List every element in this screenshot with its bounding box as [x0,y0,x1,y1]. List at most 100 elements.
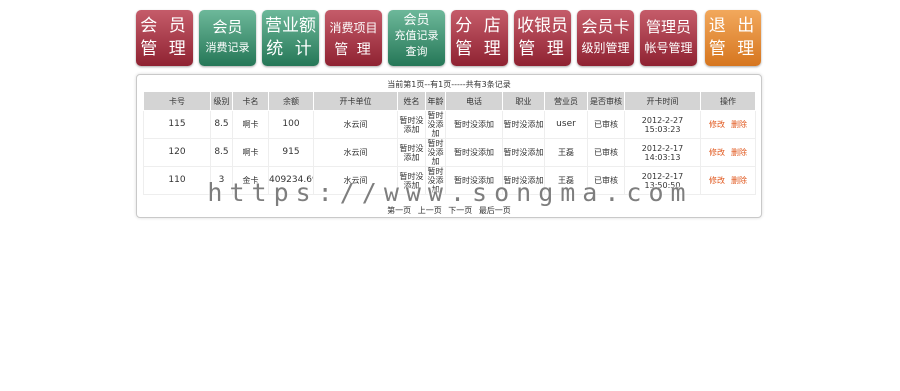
issuing-unit-cell: 水云间 [313,110,398,139]
actions-cell: 修改 删除 [700,138,756,167]
phone-cell: 暂时没添加 [445,110,503,139]
member-spending-records-button[interactable]: 会员 消费记录 [199,10,256,66]
next-page-link[interactable]: 下一页 [448,206,472,215]
age-cell: 暂时没添加 [425,110,446,139]
column-header: 开卡时间 [624,91,701,111]
column-header: 卡名 [232,91,269,111]
card-name-cell: 啊卡 [232,110,269,139]
revenue-statistics-button[interactable]: 营业额 统 计 [262,10,319,66]
name-cell: 暂时没添加 [397,166,426,195]
actions-cell: 修改 删除 [700,166,756,195]
admin-account-management-button[interactable]: 管理员 帐号管理 [640,10,697,66]
audit-status-cell: 已审核 [587,138,625,167]
level-cell: 8.5 [210,138,233,167]
open-time: 14:03:13 [644,152,681,162]
card-number-cell: 115 [143,110,211,139]
tile-label: 级别管理 [581,41,630,55]
age-cell: 暂时没添加 [425,138,446,167]
occupation-cell: 暂时没添加 [502,110,545,139]
edit-link[interactable]: 修改 [709,148,725,157]
tile-label: 管 理 [334,42,373,58]
table-row: 120 8.5 啊卡 915 水云间 暂时没添加 暂时没添加 暂时没添加 暂时没… [143,138,756,167]
branch-management-button[interactable]: 分 店 管 理 [451,10,508,66]
issuing-unit-cell: 水云间 [313,166,398,195]
consumption-items-management-button[interactable]: 消费项目 管 理 [325,10,382,66]
delete-link[interactable]: 删除 [731,148,747,157]
tile-label: 会员卡 [581,17,630,36]
tile-label: 会 员 [140,16,189,36]
open-time-cell: 2012-2-27 15:03:23 [624,110,701,139]
open-date: 2012-2-17 [641,143,684,153]
phone-cell: 暂时没添加 [445,138,503,167]
tile-label: 管 理 [708,39,758,59]
tile-label: 会员 [403,13,430,28]
topup-records-query-button[interactable]: 会员 充值记录 查询 [388,10,445,66]
column-header: 级别 [210,91,233,111]
tile-label: 管 理 [455,39,504,59]
tile-label: 管 理 [140,39,189,59]
column-header: 开卡单位 [313,91,398,111]
top-navigation: 会 员 管 理 会员 消费记录 营业额 统 计 消费项目 管 理 会员 充值记录… [0,10,900,68]
clerk-cell: 王磊 [544,138,588,167]
card-number-cell: 120 [143,138,211,167]
level-cell: 3 [210,166,233,195]
balance-cell: 100 [268,110,314,139]
table-header-row: 卡号 级别 卡名 余额 开卡单位 姓名 年龄 电话 职业 营业员 是否审核 开卡… [143,91,756,111]
balance-cell: 915 [268,138,314,167]
open-time: 15:03:23 [644,124,681,134]
card-name-cell: 啊卡 [232,138,269,167]
column-header: 卡号 [143,91,211,111]
clerk-cell: 王磊 [544,166,588,195]
tile-label: 帐号管理 [644,41,693,55]
occupation-cell: 暂时没添加 [502,138,545,167]
cashier-management-button[interactable]: 收银员 管 理 [514,10,571,66]
open-date: 2012-2-27 [641,115,684,125]
card-level-management-button[interactable]: 会员卡 级别管理 [577,10,634,66]
table-row: 115 8.5 啊卡 100 水云间 暂时没添加 暂时没添加 暂时没添加 暂时没… [143,110,756,139]
pagination-summary: 当前第1页--有1页-----共有3条记录 [387,80,511,89]
audit-status-cell: 已审核 [587,110,625,139]
column-header: 职业 [502,91,545,111]
first-page-link[interactable]: 第一页 [387,206,411,215]
records-panel: 当前第1页--有1页-----共有3条记录 卡号 级别 卡名 余额 开卡单位 姓… [136,74,762,218]
edit-link[interactable]: 修改 [709,120,725,129]
tile-label: 管理员 [645,18,691,36]
delete-link[interactable]: 删除 [731,120,747,129]
phone-cell: 暂时没添加 [445,166,503,195]
open-date: 2012-2-17 [641,171,684,181]
member-card-table: 卡号 级别 卡名 余额 开卡单位 姓名 年龄 电话 职业 营业员 是否审核 开卡… [143,91,756,195]
tile-label: 分 店 [455,16,504,36]
prev-page-link[interactable]: 上一页 [418,206,442,215]
pagination-links: 第一页 上一页 下一页 最后一页 [137,205,761,216]
tile-label: 消费记录 [205,41,250,54]
column-header: 年龄 [425,91,446,111]
card-number-cell: 110 [143,166,211,195]
table-row: 110 3 金卡 409234.69 水云间 暂时没添加 暂时没添加 暂时没添加… [143,166,756,195]
tile-label: 查询 [405,45,428,58]
column-header: 是否审核 [587,91,625,111]
balance-cell: 409234.69 [268,166,314,195]
tile-label: 消费项目 [329,21,378,35]
tile-label: 营业额 [265,16,316,36]
delete-link[interactable]: 删除 [731,176,747,185]
member-management-button[interactable]: 会 员 管 理 [136,10,193,66]
logout-button[interactable]: 退 出 管 理 [705,10,761,66]
tile-label: 收银员 [517,16,568,36]
column-header: 营业员 [544,91,588,111]
tile-label: 充值记录 [394,29,439,42]
name-cell: 暂时没添加 [397,138,426,167]
edit-link[interactable]: 修改 [709,176,725,185]
issuing-unit-cell: 水云间 [313,138,398,167]
tile-label: 会员 [212,18,243,36]
column-header: 姓名 [397,91,426,111]
last-page-link[interactable]: 最后一页 [479,206,511,215]
column-header: 操作 [700,91,756,111]
open-time-cell: 2012-2-17 13:50:50 [624,166,701,195]
open-time: 13:50:50 [644,180,681,190]
level-cell: 8.5 [210,110,233,139]
tile-label: 管 理 [518,39,567,59]
column-header: 余额 [268,91,314,111]
tile-label: 退 出 [708,16,758,36]
name-cell: 暂时没添加 [397,110,426,139]
actions-cell: 修改 删除 [700,110,756,139]
